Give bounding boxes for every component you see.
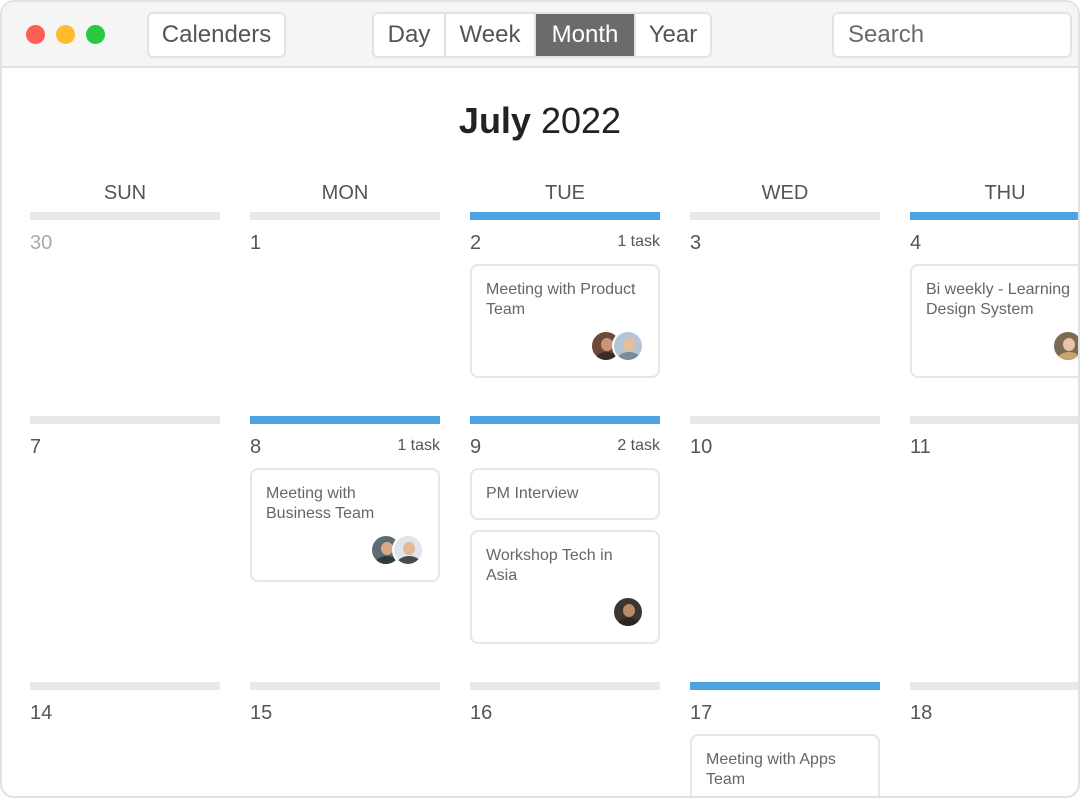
day-number[interactable]: 15 <box>250 700 272 726</box>
task-count-label: 1 task <box>617 233 660 250</box>
title-bar: Calenders Day Week Month Year <box>2 2 1078 68</box>
event-title: PM Interview <box>486 485 579 502</box>
day-divider <box>250 212 440 220</box>
calendars-button[interactable]: Calenders <box>147 12 286 58</box>
task-count-label: 1 task <box>397 437 440 454</box>
avatar-man-glasses[interactable] <box>392 534 424 566</box>
event-card[interactable]: PM Interview <box>470 468 660 520</box>
avatar-man-beard[interactable] <box>612 596 644 628</box>
event-title: Meeting with Apps Team <box>706 751 836 788</box>
day-divider <box>30 682 220 690</box>
event-card[interactable]: Workshop Tech in Asia <box>470 530 660 644</box>
avatar-man-blond[interactable] <box>612 330 644 362</box>
day-task-indicator <box>470 212 660 220</box>
view-day-button[interactable]: Day <box>374 14 446 56</box>
event-attendees <box>1052 330 1078 362</box>
day-divider <box>30 416 220 424</box>
task-count-label: 1 t <box>1000 232 1078 252</box>
search-input[interactable] <box>832 12 1072 58</box>
task-count-label: 2 task <box>617 437 660 454</box>
day-task-indicator <box>470 416 660 424</box>
event-attendees <box>370 534 424 566</box>
day-number[interactable]: 8 <box>250 434 261 460</box>
day-divider <box>250 682 440 690</box>
day-number[interactable]: 10 <box>690 434 712 460</box>
minimize-window-button[interactable] <box>56 25 75 44</box>
day-divider <box>690 212 880 220</box>
day-number[interactable]: 17 <box>690 700 712 726</box>
event-attendees <box>612 596 644 628</box>
view-switcher: Day Week Month Year <box>372 12 712 58</box>
month-name: July <box>458 100 531 141</box>
event-card[interactable]: Meeting with Product Team <box>470 264 660 378</box>
avatar-shoulders <box>1057 352 1078 360</box>
year-label: 2022 <box>540 100 622 141</box>
close-window-button[interactable] <box>26 25 45 44</box>
day-task-indicator <box>910 212 1078 220</box>
avatar-shoulders <box>617 352 641 360</box>
day-number[interactable]: 3 <box>690 230 701 256</box>
day-number[interactable]: 18 <box>910 700 932 726</box>
day-number[interactable]: 1 <box>250 230 261 256</box>
day-number[interactable]: 4 <box>910 230 921 256</box>
day-number[interactable]: 16 <box>470 700 492 726</box>
event-card[interactable]: Meeting with Apps Team <box>690 734 880 796</box>
avatar-head <box>403 542 415 555</box>
event-card[interactable]: Meeting with Business Team <box>250 468 440 582</box>
event-title: Meeting with Product Team <box>486 281 636 318</box>
avatar-head <box>623 338 635 351</box>
day-divider <box>910 682 1078 690</box>
event-title: Workshop Tech in Asia <box>486 547 613 584</box>
event-attendees <box>590 330 644 362</box>
day-divider <box>30 212 220 220</box>
day-number[interactable]: 2 <box>470 230 481 256</box>
day-divider <box>470 682 660 690</box>
weekday-header: WED <box>761 182 809 204</box>
avatar-woman-blond[interactable] <box>1052 330 1078 362</box>
weekday-header: SUN <box>103 182 147 204</box>
day-number[interactable]: 11 <box>910 434 931 460</box>
event-title: Bi weekly - Learning Design System <box>926 281 1071 318</box>
event-title: Meeting with Business Team <box>266 485 375 522</box>
day-divider <box>690 416 880 424</box>
event-card[interactable]: Bi weekly - Learning Design System <box>910 264 1078 378</box>
day-task-indicator <box>250 416 440 424</box>
day-number[interactable]: 9 <box>470 434 481 460</box>
view-week-button[interactable]: Week <box>446 14 536 56</box>
day-divider <box>910 416 1078 424</box>
avatar-shoulders <box>397 556 421 564</box>
day-number[interactable]: 30 <box>30 230 52 256</box>
view-year-button[interactable]: Year <box>636 14 710 56</box>
avatar-shoulders <box>617 618 641 626</box>
month-title: July 2022 <box>2 97 1078 145</box>
day-task-indicator <box>690 682 880 690</box>
avatar-head <box>1063 338 1075 351</box>
view-month-button[interactable]: Month <box>536 14 636 56</box>
day-number[interactable]: 14 <box>30 700 52 726</box>
zoom-window-button[interactable] <box>86 25 105 44</box>
calendar-window: Calenders Day Week Month Year July 2022 … <box>0 0 1080 798</box>
avatar-head <box>623 604 635 617</box>
day-number[interactable]: 7 <box>30 434 41 460</box>
weekday-header: MON <box>321 182 369 204</box>
weekday-header: TUE <box>545 182 585 204</box>
weekday-header: THU <box>984 182 1026 204</box>
